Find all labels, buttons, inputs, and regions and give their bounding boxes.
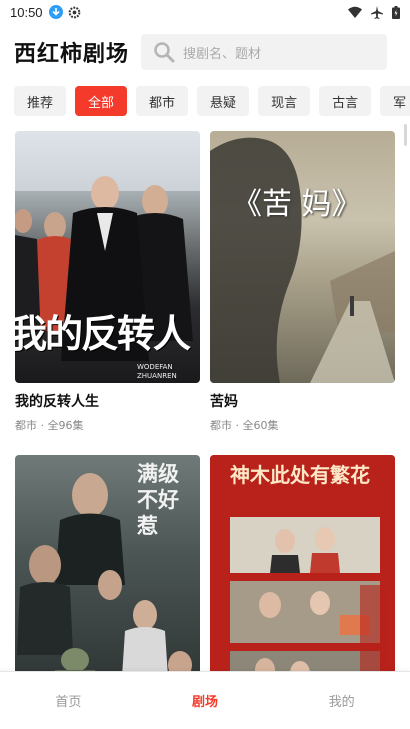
tab-costume-romance[interactable]: 古言	[319, 86, 372, 116]
drama-poster[interactable]: 《苦 妈》	[210, 131, 395, 383]
tab-modern-romance[interactable]: 现言	[258, 86, 311, 116]
airplane-icon	[371, 5, 383, 19]
category-tabs: 推荐 全部 都市 悬疑 现言 古言 军	[14, 86, 410, 116]
header: 西红柿剧场 搜剧名、题材	[0, 34, 410, 70]
scrollbar[interactable]	[404, 124, 407, 146]
drama-poster[interactable]: 神木此处有繁花	[210, 455, 395, 707]
collage-illustration	[210, 455, 395, 707]
app-title: 西红柿剧场	[14, 42, 130, 67]
drama-card[interactable]: 满级不好惹	[15, 455, 200, 707]
silhouette-illustration	[210, 137, 395, 383]
nav-profile[interactable]: 我的	[273, 672, 410, 729]
search-icon	[154, 42, 175, 63]
tab-suspense[interactable]: 悬疑	[197, 86, 250, 116]
poster-caption: 《苦 妈》	[232, 187, 362, 222]
drama-card[interactable]: 神木此处有繁花	[210, 455, 395, 707]
drama-poster[interactable]: 满级不好惹	[15, 455, 200, 707]
bottom-nav: 首页 剧场 我的	[0, 671, 410, 729]
search-input[interactable]: 搜剧名、题材	[141, 34, 388, 70]
tab-all[interactable]: 全部	[75, 86, 128, 116]
poster-caption: 满级不好惹	[137, 461, 179, 538]
battery-icon	[392, 5, 400, 19]
drama-card[interactable]: 我的反转人 WODEFAN ZHUANREN 我的反转人生 都市 · 全96集	[15, 131, 200, 433]
drama-title[interactable]: 我的反转人生	[15, 391, 200, 411]
poster-subcaption: WODEFAN ZHUANREN	[137, 363, 177, 380]
status-time: 10:50	[10, 4, 43, 20]
download-icon	[48, 5, 63, 19]
tab-recommend[interactable]: 推荐	[14, 86, 67, 116]
drama-title[interactable]: 苦妈	[210, 391, 395, 411]
drama-meta: 都市 · 全60集	[210, 419, 279, 432]
poster-caption: 我的反转人	[15, 311, 191, 356]
drama-card[interactable]: 《苦 妈》 苦妈 都市 · 全60集	[210, 131, 395, 433]
drama-meta: 都市 · 全96集	[15, 419, 84, 432]
tab-urban[interactable]: 都市	[136, 86, 189, 116]
gear-icon	[68, 6, 80, 18]
nav-theater[interactable]: 剧场	[137, 672, 274, 729]
drama-poster[interactable]: 我的反转人 WODEFAN ZHUANREN	[15, 131, 200, 383]
poster-caption: 神木此处有繁花	[230, 463, 370, 487]
nav-home[interactable]: 首页	[0, 672, 137, 729]
tab-military[interactable]: 军	[380, 86, 410, 116]
status-bar: 10:50	[0, 0, 410, 24]
wifi-icon	[348, 6, 362, 18]
search-placeholder: 搜剧名、题材	[183, 46, 262, 62]
